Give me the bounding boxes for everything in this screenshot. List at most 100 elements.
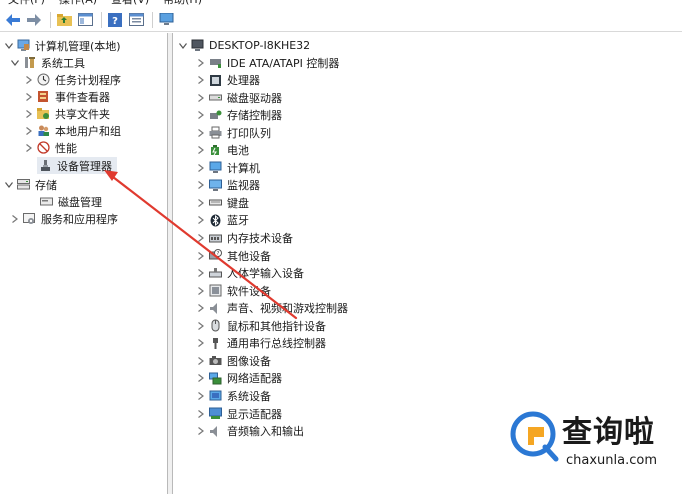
- watermark-title: 查询啦: [562, 415, 655, 450]
- device-category-memory-device[interactable]: 内存技术设备: [196, 230, 293, 247]
- tree-item-system-tools[interactable]: 系统工具: [10, 54, 85, 71]
- chevron-right-icon[interactable]: [24, 126, 34, 136]
- chevron-right-icon[interactable]: [196, 321, 206, 331]
- chevron-right-icon[interactable]: [196, 233, 206, 243]
- chevron-right-icon[interactable]: [196, 180, 206, 190]
- show-hide-tree-icon[interactable]: [76, 11, 94, 29]
- tree-item-shared-folders[interactable]: 共享文件夹: [24, 105, 110, 122]
- device-category-processor[interactable]: 处理器: [196, 72, 260, 89]
- keyboard-icon: [209, 196, 222, 209]
- chevron-down-icon[interactable]: [4, 180, 14, 190]
- device-category-mouse[interactable]: 鼠标和其他指针设备: [196, 317, 326, 334]
- tree-item-event-viewer[interactable]: 事件查看器: [24, 88, 110, 105]
- search-logo-icon: [510, 411, 559, 462]
- printer-icon: [209, 126, 222, 139]
- menu-help[interactable]: 帮助(H): [163, 0, 202, 8]
- chevron-right-icon[interactable]: [196, 426, 206, 436]
- tree-item-device-manager[interactable]: 设备管理器: [37, 157, 117, 174]
- chevron-right-icon[interactable]: [196, 145, 206, 155]
- forward-icon[interactable]: [25, 11, 43, 29]
- device-tree-root[interactable]: DESKTOP-I8KHE32: [178, 37, 310, 54]
- device-category-label: 鼠标和其他指针设备: [227, 319, 326, 333]
- hid-icon: [209, 267, 222, 280]
- chevron-right-icon[interactable]: [196, 338, 206, 348]
- device-category-camera[interactable]: 图像设备: [196, 352, 271, 369]
- chevron-right-icon[interactable]: [196, 268, 206, 278]
- back-icon[interactable]: [4, 11, 22, 29]
- device-category-ide-controller[interactable]: IDE ATA/ATAPI 控制器: [196, 54, 339, 71]
- chevron-right-icon[interactable]: [196, 373, 206, 383]
- device-category-other-devices[interactable]: ? 其他设备: [196, 247, 271, 264]
- menu-view[interactable]: 查看(V): [111, 0, 149, 8]
- device-category-network-adapter[interactable]: 网络适配器: [196, 370, 282, 387]
- device-category-label: 内存技术设备: [227, 232, 293, 245]
- tree-item-label: 设备管理器: [57, 159, 112, 173]
- up-folder-icon[interactable]: [55, 11, 73, 29]
- chevron-right-icon[interactable]: [196, 215, 206, 225]
- device-category-storage-controller[interactable]: 存储控制器: [196, 107, 282, 124]
- computer-icon[interactable]: [157, 11, 175, 29]
- display-adapter-icon: [209, 407, 222, 420]
- tree-item-disk-management[interactable]: 磁盘管理: [40, 193, 102, 210]
- device-category-label: 网络适配器: [227, 372, 282, 386]
- chevron-right-icon[interactable]: [10, 214, 20, 224]
- chevron-right-icon[interactable]: [196, 110, 206, 120]
- device-category-bluetooth[interactable]: 蓝牙: [196, 212, 249, 229]
- tree-item-label: 任务计划程序: [55, 73, 121, 87]
- tree-item-computer-management[interactable]: 计算机管理(本地): [4, 37, 121, 54]
- device-category-usb[interactable]: 通用串行总线控制器: [196, 335, 326, 352]
- menu-file[interactable]: 文件(F): [8, 0, 45, 8]
- device-category-audio-io[interactable]: 音频输入和输出: [196, 423, 304, 440]
- tree-item-task-scheduler[interactable]: 任务计划程序: [24, 71, 121, 88]
- chevron-right-icon[interactable]: [24, 143, 34, 153]
- device-category-sound[interactable]: 声音、视频和游戏控制器: [196, 300, 348, 317]
- chevron-right-icon[interactable]: [196, 356, 206, 366]
- device-category-keyboard[interactable]: 键盘: [196, 194, 249, 211]
- chevron-right-icon[interactable]: [24, 92, 34, 102]
- chevron-right-icon[interactable]: [24, 109, 34, 119]
- audio-io-icon: [209, 425, 222, 438]
- device-category-hid[interactable]: 人体学输入设备: [196, 265, 304, 282]
- processor-icon: [209, 74, 222, 87]
- device-category-disk-drive[interactable]: 磁盘驱动器: [196, 89, 282, 106]
- device-category-monitor[interactable]: 监视器: [196, 177, 260, 194]
- device-category-display-adapter[interactable]: 显示适配器: [196, 405, 282, 422]
- tree-item-local-users[interactable]: 本地用户和组: [24, 122, 121, 139]
- tree-item-performance[interactable]: 性能: [24, 139, 77, 156]
- chevron-right-icon[interactable]: [196, 128, 206, 138]
- chevron-right-icon[interactable]: [196, 251, 206, 261]
- storage-icon: [17, 178, 30, 191]
- chevron-right-icon[interactable]: [196, 409, 206, 419]
- chevron-down-icon[interactable]: [10, 58, 20, 68]
- chevron-right-icon[interactable]: [24, 75, 34, 85]
- properties-icon[interactable]: [127, 11, 145, 29]
- device-category-battery[interactable]: 电池: [196, 142, 249, 159]
- device-category-label: 音频输入和输出: [227, 425, 304, 439]
- chevron-right-icon[interactable]: [196, 75, 206, 85]
- device-category-label: IDE ATA/ATAPI 控制器: [227, 56, 340, 70]
- device-category-system-device[interactable]: 系统设备: [196, 387, 271, 404]
- chevron-right-icon[interactable]: [196, 163, 206, 173]
- tree-item-label: 服务和应用程序: [41, 212, 118, 226]
- device-category-label: 打印队列: [227, 126, 271, 140]
- chevron-right-icon[interactable]: [196, 391, 206, 401]
- device-category-label: 系统设备: [227, 389, 271, 403]
- chevron-right-icon[interactable]: [196, 198, 206, 208]
- chevron-down-icon[interactable]: [4, 41, 14, 51]
- device-category-printer[interactable]: 打印队列: [196, 124, 271, 141]
- menu-action[interactable]: 操作(A): [59, 0, 97, 8]
- device-category-label: 软件设备: [227, 284, 271, 298]
- tree-item-services-apps[interactable]: 服务和应用程序: [10, 210, 118, 227]
- chevron-right-icon[interactable]: [196, 303, 206, 313]
- chevron-down-icon[interactable]: [178, 41, 188, 51]
- chevron-right-icon[interactable]: [196, 93, 206, 103]
- tree-item-storage[interactable]: 存储: [4, 176, 57, 193]
- battery-icon: [209, 144, 222, 157]
- svg-text:?: ?: [112, 16, 118, 27]
- device-category-software-device[interactable]: 软件设备: [196, 282, 271, 299]
- chevron-right-icon[interactable]: [196, 58, 206, 68]
- device-category-computer[interactable]: 计算机: [196, 159, 260, 176]
- help-icon[interactable]: ?: [106, 11, 124, 29]
- pane-splitter[interactable]: [168, 33, 173, 494]
- chevron-right-icon[interactable]: [196, 286, 206, 296]
